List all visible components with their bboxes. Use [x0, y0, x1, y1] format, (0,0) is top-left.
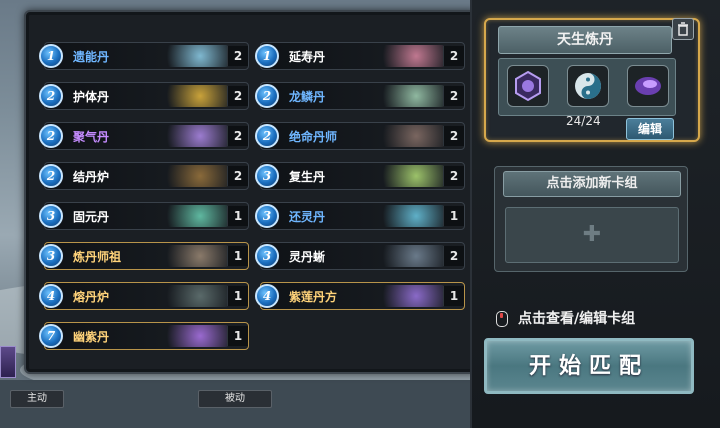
add-deck-label: 点击添加新卡组 — [503, 171, 681, 197]
mana-cost-gem: 4 — [255, 284, 279, 308]
passive-label[interactable]: 被动 — [198, 390, 272, 408]
card-art-thumbnail — [157, 285, 229, 307]
mana-cost-gem: 1 — [39, 44, 63, 68]
card-count: 1 — [227, 326, 248, 346]
plus-icon: ✚ — [582, 222, 602, 247]
card-name: 紫莲丹方 — [289, 290, 338, 304]
card-art-thumbnail — [157, 325, 229, 347]
selected-deck[interactable]: 天生炼丹 24/24 编辑 — [484, 18, 700, 142]
card-name: 遗能丹 — [73, 50, 110, 64]
card-count: 2 — [227, 126, 248, 146]
mana-cost-gem: 2 — [255, 124, 279, 148]
card-art-thumbnail — [373, 205, 445, 227]
card-name: 护体丹 — [73, 90, 110, 104]
card-name: 龙鳞丹 — [289, 90, 326, 104]
mana-cost-gem: 7 — [39, 324, 63, 348]
card-count: 1 — [443, 286, 464, 306]
empty-deck-slot[interactable]: ✚ — [505, 207, 679, 263]
card-count: 1 — [227, 206, 248, 226]
view-hint-text: 点击查看/编辑卡组 — [518, 311, 636, 327]
side-gem-icon — [0, 346, 16, 378]
mana-cost-gem: 2 — [39, 84, 63, 108]
card-art-thumbnail — [373, 125, 445, 147]
mana-cost-gem: 3 — [39, 204, 63, 228]
mana-cost-gem: 3 — [255, 164, 279, 188]
start-match-button[interactable]: 开始匹配 — [484, 338, 694, 394]
card-row[interactable]: 2 龙鳞丹 2 — [255, 82, 465, 110]
card-count: 2 — [443, 126, 464, 146]
card-list-panel: 1 遗能丹 2 1 延寿丹 2 2 护体丹 2 2 龙鳞丹 2 2 聚气丹 2 2 绝命丹师 2 2 结丹炉 2 3 复生丹… — [24, 10, 478, 374]
card-count: 2 — [443, 86, 464, 106]
card-art-thumbnail — [157, 205, 229, 227]
mana-cost-gem: 3 — [39, 244, 63, 268]
card-count: 2 — [443, 246, 464, 266]
mana-cost-gem: 2 — [39, 124, 63, 148]
card-art-thumbnail — [157, 45, 229, 67]
deck-card-count: 24/24 — [566, 114, 601, 128]
card-name: 绝命丹师 — [289, 130, 338, 144]
card-art-thumbnail — [373, 165, 445, 187]
card-name: 还灵丹 — [289, 210, 326, 224]
active-label[interactable]: 主动 — [10, 390, 64, 408]
card-row[interactable]: 4 紫莲丹方 1 — [255, 282, 465, 310]
card-name: 固元丹 — [73, 210, 110, 224]
card-art-thumbnail — [373, 45, 445, 67]
card-art-thumbnail — [157, 245, 229, 267]
hexagon-crystal-icon — [507, 65, 549, 107]
card-art-thumbnail — [373, 85, 445, 107]
purple-hand-icon — [627, 65, 669, 107]
card-row[interactable]: 2 结丹炉 2 — [39, 162, 249, 190]
card-art-thumbnail — [373, 285, 445, 307]
card-name: 幽紫丹 — [73, 330, 110, 344]
card-row[interactable]: 3 还灵丹 1 — [255, 202, 465, 230]
mana-cost-gem: 2 — [255, 84, 279, 108]
card-row[interactable]: 1 延寿丹 2 — [255, 42, 465, 70]
card-row[interactable]: 4 熔丹炉 1 — [39, 282, 249, 310]
card-name: 熔丹炉 — [73, 290, 110, 304]
card-count: 2 — [443, 166, 464, 186]
deck-icons — [498, 58, 676, 116]
card-name: 聚气丹 — [73, 130, 110, 144]
card-art-thumbnail — [373, 245, 445, 267]
card-art-thumbnail — [157, 125, 229, 147]
card-row[interactable]: 3 固元丹 1 — [39, 202, 249, 230]
card-name: 炼丹师祖 — [73, 250, 122, 264]
card-name: 复生丹 — [289, 170, 326, 184]
mana-cost-gem: 3 — [255, 204, 279, 228]
card-count: 1 — [443, 206, 464, 226]
edit-deck-button[interactable]: 编辑 — [626, 118, 674, 140]
mouse-icon — [496, 311, 508, 327]
card-row[interactable]: 3 炼丹师祖 1 — [39, 242, 249, 270]
deck-title: 天生炼丹 — [498, 26, 672, 54]
card-count: 2 — [227, 46, 248, 66]
card-name: 延寿丹 — [289, 50, 326, 64]
trash-icon[interactable] — [672, 18, 694, 40]
card-row[interactable]: 7 幽紫丹 1 — [39, 322, 249, 350]
card-name: 结丹炉 — [73, 170, 110, 184]
card-row[interactable]: 2 聚气丹 2 — [39, 122, 249, 150]
add-deck-button[interactable]: 点击添加新卡组 ✚ — [494, 166, 688, 272]
card-count: 2 — [227, 166, 248, 186]
card-count: 1 — [227, 246, 248, 266]
card-name: 灵丹蜥 — [289, 250, 326, 264]
card-row[interactable]: 3 灵丹蜥 2 — [255, 242, 465, 270]
mana-cost-gem: 3 — [255, 244, 279, 268]
mana-cost-gem: 1 — [255, 44, 279, 68]
mana-cost-gem: 2 — [39, 164, 63, 188]
card-art-thumbnail — [157, 85, 229, 107]
card-row[interactable]: 2 护体丹 2 — [39, 82, 249, 110]
view-edit-deck-hint[interactable]: 点击查看/编辑卡组 — [496, 308, 635, 330]
yin-yang-icon — [567, 65, 609, 107]
card-count: 1 — [227, 286, 248, 306]
card-row[interactable]: 1 遗能丹 2 — [39, 42, 249, 70]
card-row[interactable]: 2 绝命丹师 2 — [255, 122, 465, 150]
card-art-thumbnail — [157, 165, 229, 187]
card-row[interactable]: 3 复生丹 2 — [255, 162, 465, 190]
card-count: 2 — [443, 46, 464, 66]
card-count: 2 — [227, 86, 248, 106]
mana-cost-gem: 4 — [39, 284, 63, 308]
